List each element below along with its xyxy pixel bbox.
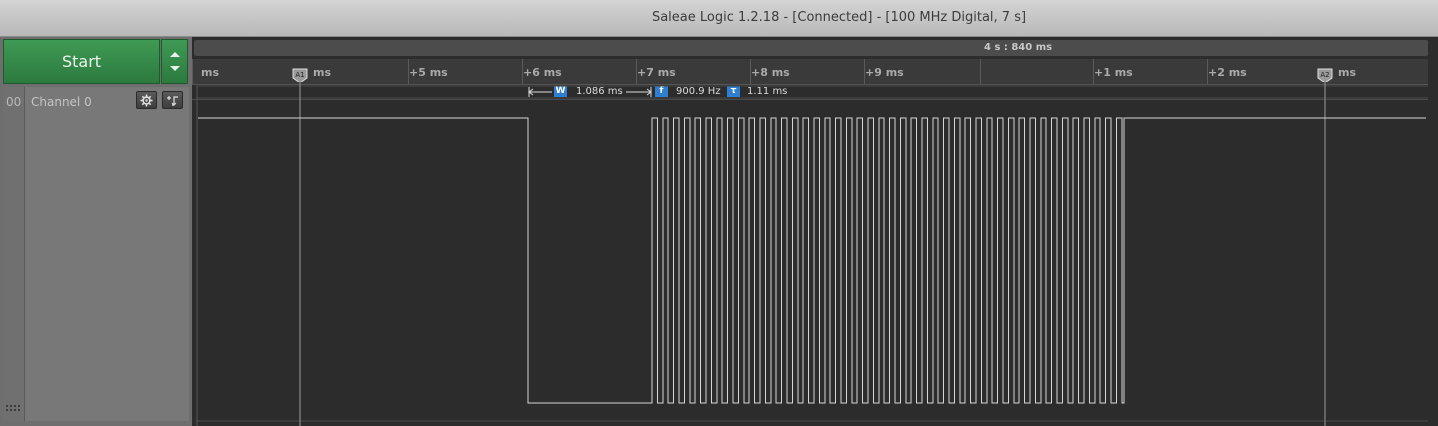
marker-a2-flag[interactable]: A2: [1317, 68, 1333, 82]
marker-a2-label: A2: [1320, 71, 1329, 79]
channel-settings-button[interactable]: [136, 91, 157, 109]
channel-number: 00: [6, 95, 22, 109]
gear-icon: [140, 94, 153, 107]
trigger-icon: [167, 96, 178, 106]
channel-number-column: [3, 87, 25, 421]
window-title: Saleae Logic 1.2.18 - [Connected] - [100…: [651, 10, 1027, 25]
channel-row[interactable]: [25, 87, 189, 421]
marker-a1-label: A1: [295, 71, 304, 79]
resize-grip-icon[interactable]: [6, 405, 20, 411]
title-bar: Saleae Logic 1.2.18 - [Connected] - [100…: [0, 0, 1438, 37]
left-panel: Start 00 Channel 0: [0, 37, 192, 426]
channel-0-signal: [198, 117, 1426, 404]
start-options-button[interactable]: [161, 39, 188, 84]
marker-a1-flag[interactable]: A1: [292, 68, 308, 82]
vertical-scrollbar[interactable]: [1428, 37, 1438, 426]
timeline-area[interactable]: 4 s : 840 ms ms ms +5 ms +6 ms +7 ms +8 …: [192, 37, 1438, 426]
channel-trigger-button[interactable]: [162, 91, 183, 109]
channel-name[interactable]: Channel 0: [31, 95, 92, 109]
waveform-canvas[interactable]: [192, 37, 1438, 426]
start-button[interactable]: Start: [3, 39, 160, 84]
saleae-logic-window: Saleae Logic 1.2.18 - [Connected] - [100…: [0, 0, 1438, 426]
up-down-chevron-icon: [170, 52, 180, 71]
